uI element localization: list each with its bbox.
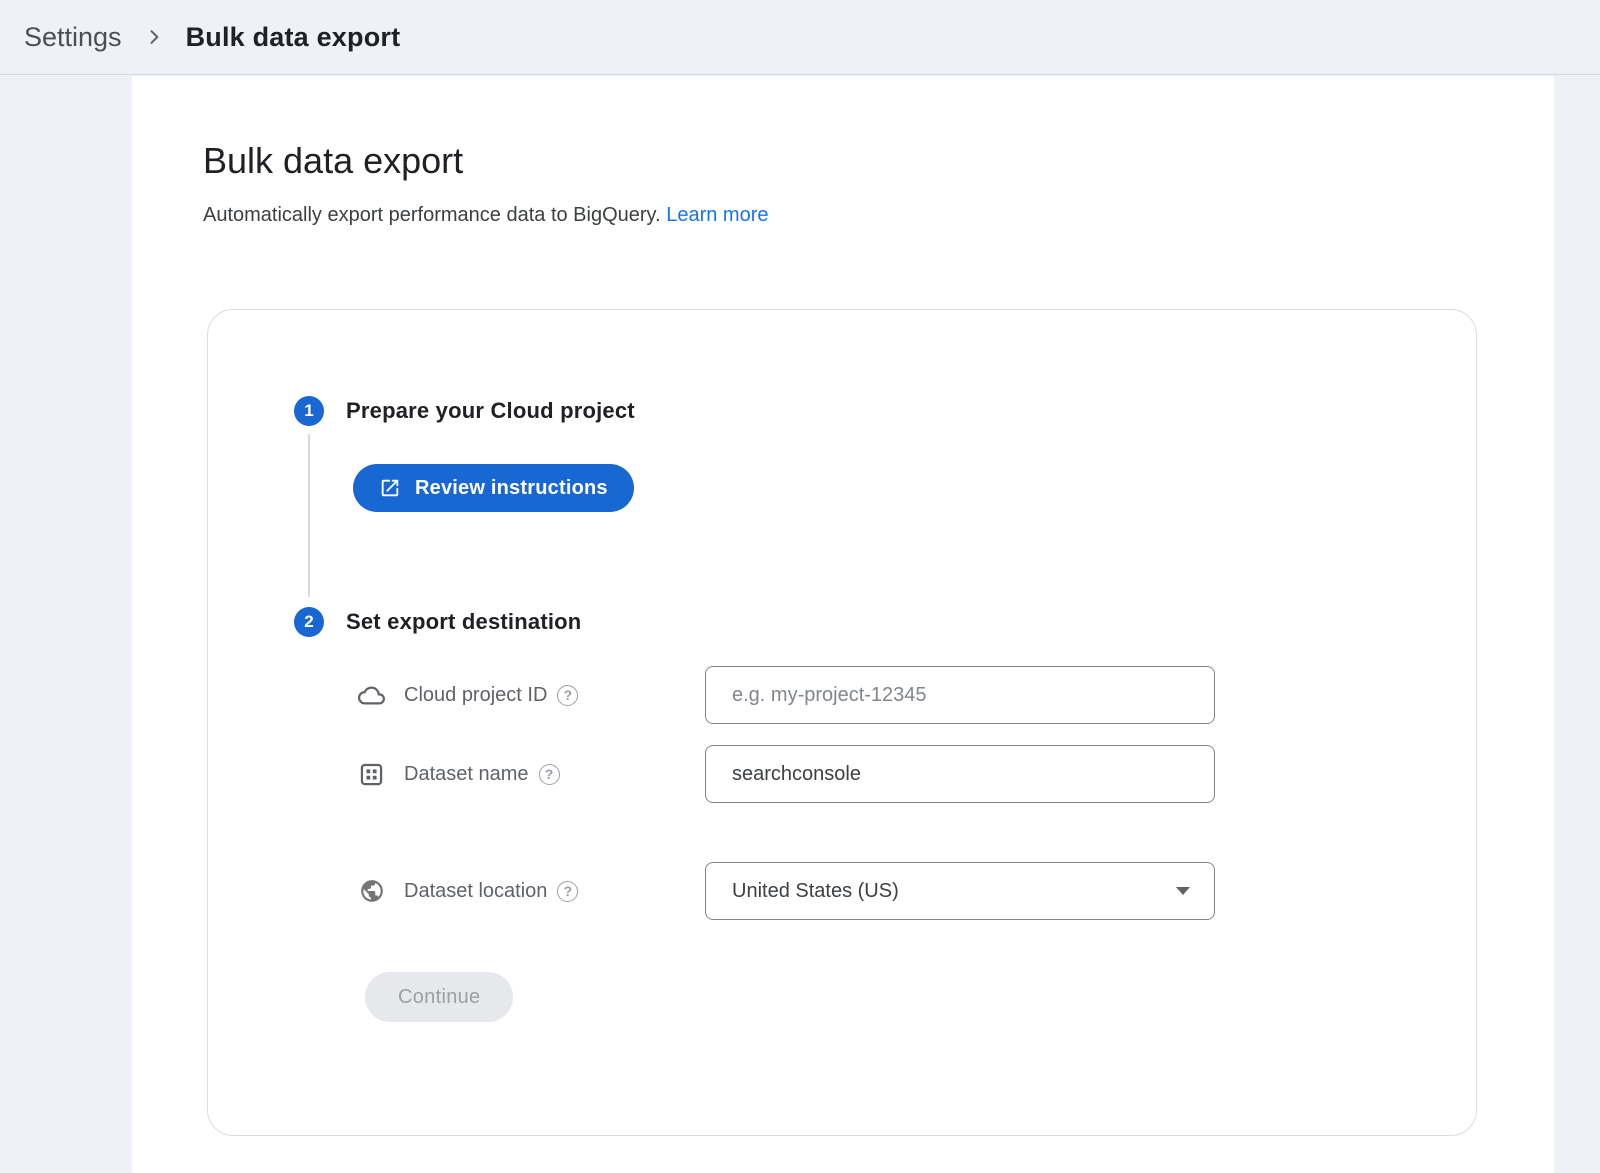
- dataset-name-meta: Dataset name ?: [358, 761, 705, 788]
- breadcrumb-settings-link[interactable]: Settings: [24, 22, 122, 53]
- dataset-location-help-icon[interactable]: ?: [557, 881, 578, 902]
- dataset-name-label: Dataset name: [404, 763, 529, 786]
- page-title: Bulk data export: [203, 140, 1554, 182]
- page-subtitle: Automatically export performance data to…: [203, 204, 1554, 227]
- dropdown-caret-icon: [1176, 887, 1190, 895]
- dataset-name-input[interactable]: [705, 745, 1215, 803]
- step-1: 1 Prepare your Cloud project Review inst…: [294, 396, 1476, 607]
- learn-more-link[interactable]: Learn more: [666, 204, 768, 226]
- export-setup-card: 1 Prepare your Cloud project Review inst…: [207, 309, 1477, 1136]
- cloud-project-id-label: Cloud project ID: [404, 684, 547, 707]
- cloud-project-id-input[interactable]: [705, 666, 1215, 724]
- dataset-name-help-icon[interactable]: ?: [539, 764, 560, 785]
- export-destination-form: Cloud project ID ? Dataset name ?: [358, 666, 1476, 1022]
- chevron-right-icon: [144, 27, 164, 47]
- step-2: 2 Set export destination Cloud project I…: [294, 607, 1476, 1022]
- step-2-number-badge: 2: [294, 607, 324, 637]
- main-content-panel: Bulk data export Automatically export pe…: [132, 76, 1554, 1173]
- step-1-rail: 1: [294, 396, 324, 607]
- step-2-rail: 2: [294, 607, 324, 1022]
- breadcrumb-current-page: Bulk data export: [186, 22, 401, 53]
- step-2-body: Set export destination Cloud project ID …: [346, 607, 1476, 1022]
- step-1-body: Prepare your Cloud project Review instru…: [346, 396, 1476, 607]
- dataset-location-meta: Dataset location ?: [358, 878, 705, 905]
- review-instructions-label: Review instructions: [415, 477, 608, 500]
- breadcrumb: Settings Bulk data export: [0, 0, 1600, 75]
- review-instructions-button[interactable]: Review instructions: [353, 464, 634, 512]
- dataset-icon: [358, 761, 385, 788]
- continue-button[interactable]: Continue: [365, 972, 513, 1022]
- step-2-title: Set export destination: [346, 607, 1476, 637]
- cloud-project-id-row: Cloud project ID ?: [358, 666, 1476, 724]
- dataset-location-label: Dataset location: [404, 880, 547, 903]
- dataset-location-select[interactable]: United States (US): [705, 862, 1215, 920]
- cloud-icon: [358, 682, 385, 709]
- step-connector-line: [308, 434, 310, 597]
- page-subtitle-text: Automatically export performance data to…: [203, 204, 661, 226]
- cloud-project-id-help-icon[interactable]: ?: [557, 685, 578, 706]
- dataset-location-value: United States (US): [732, 880, 899, 903]
- globe-icon: [358, 878, 385, 905]
- dataset-name-row: Dataset name ?: [358, 745, 1476, 803]
- step-1-title: Prepare your Cloud project: [346, 396, 1476, 426]
- open-in-new-icon: [379, 477, 401, 499]
- step-1-number-badge: 1: [294, 396, 324, 426]
- cloud-project-id-meta: Cloud project ID ?: [358, 682, 705, 709]
- dataset-location-row: Dataset location ? United States (US): [358, 862, 1476, 920]
